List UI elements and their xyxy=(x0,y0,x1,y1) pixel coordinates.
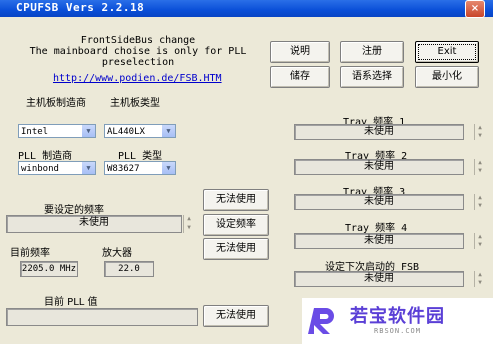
set-frequency-button[interactable]: 设定频率 xyxy=(203,214,269,236)
pll-value-label: 目前 PLL 值 xyxy=(44,297,98,308)
current-freq-label: 目前频率 xyxy=(10,248,50,259)
exit-button[interactable]: Exit xyxy=(415,41,479,63)
current-freq-field: 2205.0 MHz xyxy=(20,261,78,277)
tray-1-spinner[interactable]: ▲ ▼ xyxy=(474,124,485,140)
next-start-fsb-spinner[interactable]: ▲ ▼ xyxy=(474,271,485,287)
watermark-subtitle: RBSON.COM xyxy=(374,327,421,335)
tray-2-spinner[interactable]: ▲ ▼ xyxy=(474,159,485,175)
pll-maker-label: PLL 制造商 xyxy=(18,151,73,162)
tray-4-field[interactable]: 未使用 xyxy=(294,233,464,249)
header-line-3: preselection xyxy=(101,57,175,68)
pll-type-value: W83627 xyxy=(107,164,140,174)
multiplier-label: 放大器 xyxy=(102,248,132,259)
pll-maker-select[interactable]: winbond ▼ xyxy=(18,161,96,175)
pll-type-label: PLL 类型 xyxy=(118,151,163,162)
unavailable-button-2[interactable]: 无法使用 xyxy=(203,238,269,260)
pll-type-select[interactable]: W83627 ▼ xyxy=(104,161,176,175)
mainboard-type-value: AL440LX xyxy=(107,127,145,137)
language-button[interactable]: 语系选择 xyxy=(340,66,404,88)
tray-1-field[interactable]: 未使用 xyxy=(294,124,464,140)
chevron-down-icon[interactable]: ▼ xyxy=(161,125,175,137)
explain-button[interactable]: 说明 xyxy=(270,41,330,63)
target-freq-field[interactable]: 未使用 xyxy=(6,215,182,233)
header-line-2: The mainboard choise is only for PLL xyxy=(29,46,247,57)
tray-2-field[interactable]: 未使用 xyxy=(294,159,464,175)
target-freq-spinner[interactable]: ▲ ▼ xyxy=(183,215,194,233)
tray-3-field[interactable]: 未使用 xyxy=(294,194,464,210)
mainboard-maker-select[interactable]: Intel ▼ xyxy=(18,124,96,138)
mainboard-maker-label: 主机板制造商 xyxy=(26,98,86,109)
close-button[interactable]: × xyxy=(465,0,485,18)
chevron-down-icon[interactable]: ▼ xyxy=(161,162,175,174)
next-start-fsb-field[interactable]: 未使用 xyxy=(294,271,464,287)
register-button[interactable]: 注册 xyxy=(340,41,404,63)
watermark-logo xyxy=(308,304,342,338)
window-title: CPUFSB Vers 2.2.18 xyxy=(16,1,145,14)
tray-4-spinner[interactable]: ▲ ▼ xyxy=(474,233,485,249)
unavailable-button-1[interactable]: 无法使用 xyxy=(203,189,269,211)
header-line-1: FrontSideBus change xyxy=(80,35,196,46)
title-bar: CPUFSB Vers 2.2.18 × xyxy=(0,0,493,18)
minimize-button[interactable]: 最小化 xyxy=(415,66,479,88)
save-button[interactable]: 储存 xyxy=(270,66,330,88)
chevron-down-icon[interactable]: ▼ xyxy=(81,125,95,137)
unavailable-button-3[interactable]: 无法使用 xyxy=(203,305,269,327)
pll-maker-value: winbond xyxy=(21,164,59,174)
mainboard-type-label: 主机板类型 xyxy=(110,98,160,109)
website-link[interactable]: http://www.podien.de/FSB.HTM xyxy=(53,73,222,84)
watermark: 若宝软件园 RBSON.COM xyxy=(302,298,493,344)
target-freq-label: 要设定的频率 xyxy=(44,205,104,216)
mainboard-type-select[interactable]: AL440LX ▼ xyxy=(104,124,176,138)
multiplier-field: 22.0 xyxy=(104,261,154,277)
chevron-down-icon[interactable]: ▼ xyxy=(81,162,95,174)
mainboard-maker-value: Intel xyxy=(21,127,49,137)
tray-3-spinner[interactable]: ▲ ▼ xyxy=(474,194,485,210)
tray-4-label: Tray 频率 4 xyxy=(345,223,408,234)
close-icon: × xyxy=(470,3,480,14)
watermark-title: 若宝软件园 xyxy=(350,306,445,327)
pll-value-field xyxy=(6,308,198,326)
